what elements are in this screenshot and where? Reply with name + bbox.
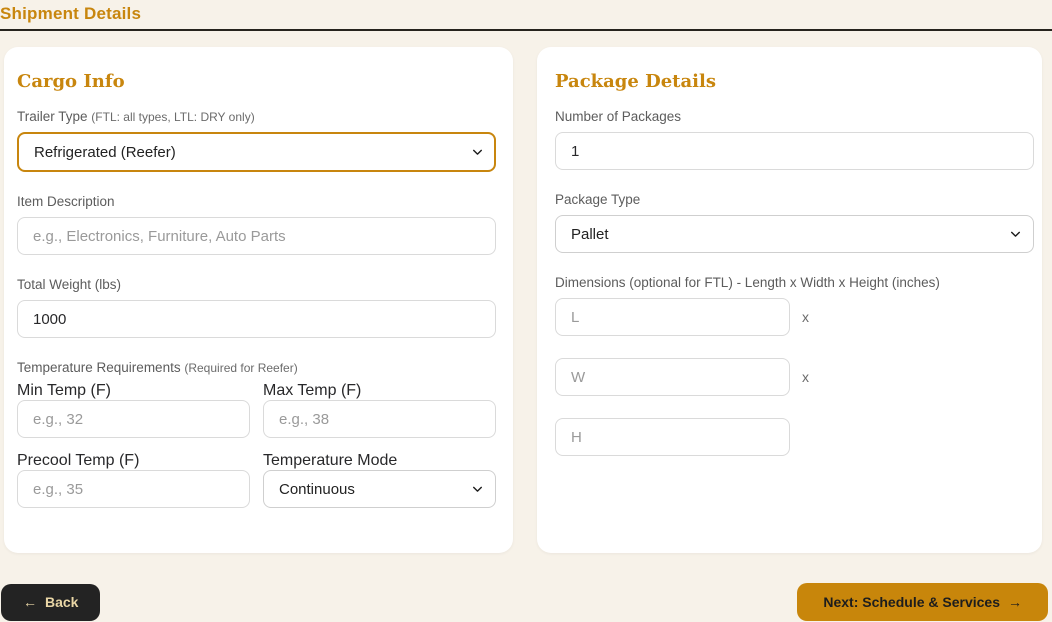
height-input[interactable] xyxy=(555,418,790,456)
total-weight-label: Total Weight (lbs) xyxy=(17,277,122,292)
dimensions-label: Dimensions (optional for FTL) - Length x… xyxy=(555,275,940,290)
page-title: Shipment Details xyxy=(0,4,142,23)
temperature-mode-select-wrap: Continuous xyxy=(263,470,496,508)
package-type-field: Package Type Pallet xyxy=(555,192,1034,253)
precool-temp-field: Precool Temp (F) xyxy=(17,452,250,508)
next-button[interactable]: Next: Schedule & Services → xyxy=(797,583,1048,621)
dimension-separator: x xyxy=(802,369,809,385)
arrow-left-icon: ← xyxy=(23,594,37,610)
cargo-info-heading: Cargo Info xyxy=(17,71,125,92)
trailer-type-select-wrap: Refrigerated (Reefer) xyxy=(17,132,496,172)
min-temp-field: Min Temp (F) xyxy=(17,382,250,438)
dimension-separator: x xyxy=(802,309,809,325)
package-details-heading: Package Details xyxy=(555,71,716,92)
precool-temp-input[interactable] xyxy=(17,470,250,508)
trailer-type-field: Trailer Type (FTL: all types, LTL: DRY o… xyxy=(17,109,496,172)
min-temp-label: Min Temp (F) xyxy=(17,382,111,399)
max-temp-label: Max Temp (F) xyxy=(263,382,362,399)
temperature-mode-label: Temperature Mode xyxy=(263,452,398,469)
next-button-label: Next: Schedule & Services xyxy=(823,594,1000,610)
number-of-packages-label: Number of Packages xyxy=(555,109,682,124)
min-temp-input[interactable] xyxy=(17,400,250,438)
back-button[interactable]: ← Back xyxy=(1,583,101,621)
width-input[interactable] xyxy=(555,358,790,396)
trailer-type-label: Trailer Type (FTL: all types, LTL: DRY o… xyxy=(17,109,255,124)
package-type-select-wrap: Pallet xyxy=(555,215,1034,253)
dimension-height-row xyxy=(555,418,1034,456)
trailer-type-note: (FTL: all types, LTL: DRY only) xyxy=(91,110,255,124)
dimension-length-row: x xyxy=(555,298,1034,336)
cargo-info-card: Cargo Info Trailer Type (FTL: all types,… xyxy=(4,47,513,553)
package-type-label: Package Type xyxy=(555,192,641,207)
item-description-input[interactable] xyxy=(17,217,496,255)
temp-min-max-row: Min Temp (F) Max Temp (F) Precool Temp (… xyxy=(17,382,496,522)
precool-temp-label: Precool Temp (F) xyxy=(17,452,140,469)
trailer-type-select[interactable]: Refrigerated (Reefer) xyxy=(17,132,496,172)
total-weight-field: Total Weight (lbs) xyxy=(17,277,496,338)
max-temp-field: Max Temp (F) xyxy=(263,382,496,438)
temperature-mode-field: Temperature Mode Continuous xyxy=(263,452,496,508)
temperature-mode-select[interactable]: Continuous xyxy=(263,470,496,508)
page-header: Shipment Details xyxy=(0,0,1052,31)
back-button-label: Back xyxy=(45,594,79,610)
number-of-packages-input[interactable] xyxy=(555,132,1034,170)
item-description-field: Item Description xyxy=(17,194,496,255)
wizard-footer: ← Back Next: Schedule & Services → xyxy=(1,583,1048,621)
total-weight-input[interactable] xyxy=(17,300,496,338)
temperature-section: Temperature Requirements (Required for R… xyxy=(17,360,496,522)
length-input[interactable] xyxy=(555,298,790,336)
package-type-select[interactable]: Pallet xyxy=(555,215,1034,253)
temperature-requirements-label: Temperature Requirements (Required for R… xyxy=(17,360,298,375)
max-temp-input[interactable] xyxy=(263,400,496,438)
dimension-width-row: x xyxy=(555,358,1034,396)
item-description-label: Item Description xyxy=(17,194,115,209)
temperature-requirements-note: (Required for Reefer) xyxy=(184,361,298,375)
package-details-card: Package Details Number of Packages Packa… xyxy=(537,47,1042,553)
number-of-packages-field: Number of Packages xyxy=(555,109,1034,170)
dimensions-section: Dimensions (optional for FTL) - Length x… xyxy=(555,275,1034,456)
arrow-right-icon: → xyxy=(1008,594,1022,610)
shipment-form: Cargo Info Trailer Type (FTL: all types,… xyxy=(4,47,1042,553)
